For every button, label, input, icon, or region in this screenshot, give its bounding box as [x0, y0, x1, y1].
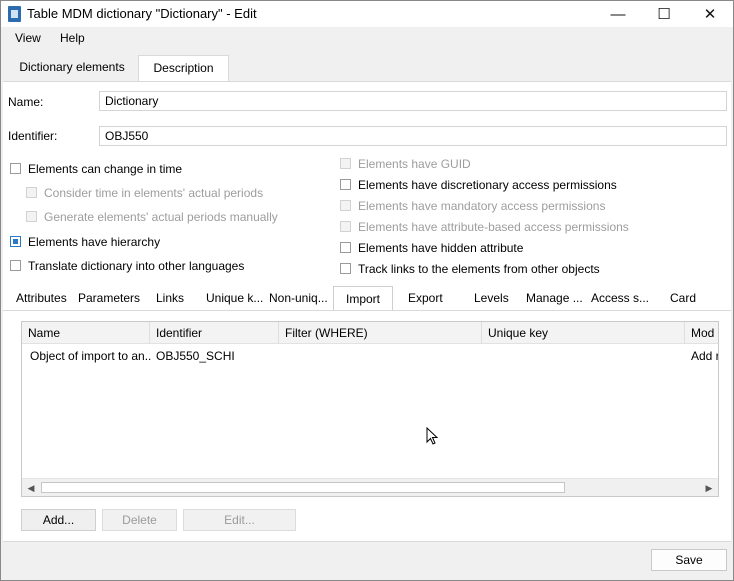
column-header-identifier[interactable]: Identifier	[150, 322, 279, 344]
mouse-pointer-icon	[426, 427, 439, 445]
grid-header: Name Identifier Filter (WHERE) Unique ke…	[22, 322, 718, 344]
add-button[interactable]: Add...	[21, 509, 96, 531]
tab-access[interactable]: Access s...	[591, 286, 649, 311]
tab-parameters[interactable]: Parameters	[78, 286, 140, 311]
save-button[interactable]: Save	[651, 549, 727, 571]
tab-non-unique-keys[interactable]: Non-uniq...	[269, 286, 328, 311]
import-objects-grid[interactable]: Name Identifier Filter (WHERE) Unique ke…	[21, 321, 719, 497]
column-header-unique-key[interactable]: Unique key	[482, 322, 685, 344]
scroll-left-icon[interactable]: ◀	[22, 479, 40, 496]
cell-name: Object of import to an...	[30, 349, 152, 363]
sub-tabs: Attributes Parameters Links Unique k... …	[3, 2, 731, 531]
scroll-right-icon[interactable]: ▶	[700, 479, 718, 496]
edit-dictionary-window: Table MDM dictionary "Dictionary" - Edit…	[0, 0, 734, 581]
cell-mode: Add r	[691, 349, 719, 363]
tab-attributes[interactable]: Attributes	[16, 286, 67, 311]
tab-import[interactable]: Import	[333, 286, 393, 311]
delete-button[interactable]: Delete	[102, 509, 177, 531]
description-panel: Name: Dictionary Identifier: OBJ550 Elem…	[3, 81, 731, 542]
column-header-filter[interactable]: Filter (WHERE)	[279, 322, 482, 344]
edit-button[interactable]: Edit...	[183, 509, 296, 531]
cell-filter	[279, 345, 482, 365]
tab-card[interactable]: Card	[670, 286, 696, 311]
cell-identifier: OBJ550_SCHI	[156, 349, 235, 363]
tab-levels[interactable]: Levels	[474, 286, 509, 311]
column-header-mode[interactable]: Mod	[685, 322, 718, 344]
column-header-name[interactable]: Name	[22, 322, 150, 344]
tab-export[interactable]: Export	[408, 286, 443, 311]
horizontal-scrollbar[interactable]: ◀ ▶	[22, 478, 718, 496]
sub-tabs-divider	[3, 310, 731, 311]
scrollbar-thumb[interactable]	[41, 482, 565, 493]
cell-unique-key	[482, 345, 685, 365]
tab-unique-keys[interactable]: Unique k...	[206, 286, 263, 311]
tab-manage[interactable]: Manage ...	[526, 286, 583, 311]
tab-links[interactable]: Links	[156, 286, 184, 311]
